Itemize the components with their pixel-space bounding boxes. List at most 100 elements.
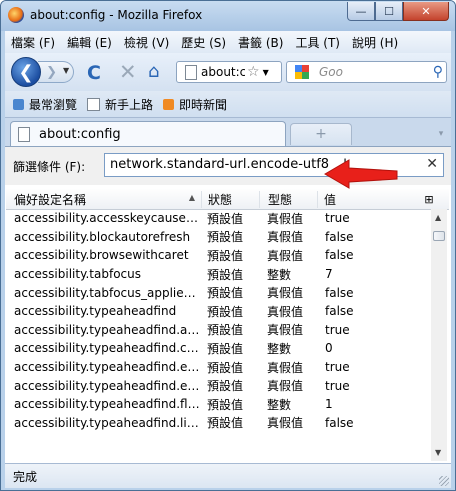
filter-row: 篩選條件 (F): network.standard-url.encode-ut… [5, 147, 451, 189]
menu-history[interactable]: 歷史 (S) [175, 34, 232, 51]
pref-type: 真假值 [267, 230, 304, 245]
url-bar[interactable]: about:config ☆ ▼ [176, 61, 282, 83]
bookmark-label: 新手上路 [105, 97, 154, 112]
firefox-window: about:config - Mozilla Firefox — ☐ ✕ 檔案 … [0, 0, 456, 491]
sort-ascending-icon: ▲ [188, 192, 195, 202]
pref-name: accessibility.blockautorefresh [14, 229, 191, 244]
table-row[interactable]: accessibility.typeaheadfind.enabl... 預設值 真… [6, 376, 431, 395]
scroll-up-icon[interactable]: ▲ [435, 213, 441, 222]
stop-icon[interactable]: ✕ [119, 60, 137, 84]
page-icon [185, 64, 197, 80]
table-row[interactable]: accessibility.tabfocus 預設值 整數 7 [6, 265, 431, 284]
url-dropdown-icon[interactable]: ▼ [263, 68, 269, 77]
red-arrow-annotation-icon [324, 159, 398, 189]
pref-type: 真假值 [267, 211, 304, 226]
menu-bar: 檔案 (F) 編輯 (E) 檢視 (V) 歷史 (S) 書籤 (B) 工具 (T… [5, 31, 451, 53]
title-bar[interactable]: about:config - Mozilla Firefox — ☐ ✕ [1, 1, 455, 31]
pref-name: accessibility.typeaheadfind.enabl... [14, 378, 201, 393]
table-row[interactable]: accessibility.typeaheadfind.cases... 預設值 整… [6, 339, 431, 358]
google-logo-icon [294, 65, 309, 79]
pref-name: accessibility.typeaheadfind.enabl... [14, 360, 201, 375]
most-visited-icon [13, 98, 24, 110]
rss-icon [163, 98, 175, 110]
bookmark-most-visited[interactable]: 最常瀏覽 [13, 96, 77, 113]
scroll-thumb[interactable] [433, 231, 445, 241]
vertical-scrollbar[interactable]: ▲ ▼ [431, 209, 447, 461]
column-header-name[interactable]: 偏好設定名稱 ▲ [6, 190, 202, 208]
search-icon[interactable]: ⚲ [433, 64, 443, 80]
menu-view[interactable]: 檢視 (V) [118, 34, 175, 51]
tab-about-config[interactable]: about:config [10, 121, 286, 146]
pref-status: 預設值 [207, 248, 244, 263]
back-button[interactable]: ❮ [11, 57, 41, 87]
column-header-type[interactable]: 型態 [260, 190, 318, 208]
menu-bookmarks[interactable]: 書籤 (B) [232, 34, 289, 51]
column-name-label: 偏好設定名稱 [14, 192, 87, 207]
new-tab-button[interactable]: + [290, 123, 352, 145]
pref-value: 0 [325, 341, 333, 356]
pref-status: 預設值 [207, 360, 244, 375]
minimize-button[interactable]: — [347, 2, 375, 21]
reload-icon[interactable]: C [87, 62, 101, 84]
pref-value: true [325, 360, 350, 375]
search-placeholder: Goo [319, 65, 343, 79]
history-dropdown-icon[interactable]: ▼ [63, 66, 69, 75]
column-header-status[interactable]: 狀態 [202, 190, 260, 208]
pref-type: 真假值 [267, 286, 304, 301]
table-row[interactable]: accessibility.typeaheadfind 預設值 真假值 false [6, 302, 431, 321]
table-row[interactable]: accessibility.typeaheadfind.flashB... 預設值… [6, 395, 431, 414]
pref-name: accessibility.typeaheadfind.linkso... [14, 415, 201, 430]
column-picker-icon[interactable]: ⊞ [419, 193, 439, 206]
table-row[interactable]: accessibility.browsewithcaret 預設值 真假值 false [6, 246, 431, 265]
table-row[interactable]: accessibility.blockautorefresh 預設值 真假值 fals… [6, 228, 431, 247]
pref-status: 預設值 [207, 286, 244, 301]
pref-name: accessibility.typeaheadfind.autos... [14, 322, 201, 337]
column-header-row: 偏好設定名稱 ▲ 狀態 型態 值 ⊞ [6, 189, 449, 210]
navigation-toolbar: ❯ ❮ ▼ C ✕ ⌂ about:config ☆ ▼ Goo ⚲ [5, 53, 451, 91]
url-text[interactable]: about:config [201, 65, 245, 79]
scroll-down-icon[interactable]: ▼ [435, 448, 441, 457]
table-row[interactable]: accessibility.typeaheadfind.linkso... 預設值… [6, 414, 431, 433]
pref-type: 整數 [267, 397, 292, 412]
clear-filter-icon[interactable]: ✕ [426, 156, 438, 172]
pref-value: true [325, 322, 350, 337]
search-input[interactable]: Goo ⚲ [315, 61, 447, 83]
pref-name: accessibility.browsewithcaret [14, 248, 189, 263]
bookmark-getting-started[interactable]: 新手上路 [87, 96, 153, 113]
pref-name: accessibility.tabfocus [14, 267, 141, 282]
page-icon [87, 97, 101, 111]
pref-type: 真假值 [267, 416, 304, 431]
firefox-logo-icon [8, 7, 24, 23]
column-header-value[interactable]: 值 [318, 191, 419, 208]
table-row[interactable]: accessibility.typeaheadfind.enabl... 預設值 真… [6, 358, 431, 377]
pref-status: 預設值 [207, 323, 244, 338]
pref-status: 預設值 [207, 379, 244, 394]
maximize-button[interactable]: ☐ [375, 2, 403, 21]
pref-value: false [325, 304, 354, 319]
bookmark-label: 即時新聞 [179, 97, 228, 112]
bookmark-latest-news[interactable]: 即時新聞 [163, 96, 227, 113]
pref-value: false [325, 415, 354, 430]
pref-status: 預設值 [207, 230, 244, 245]
pref-value: true [325, 211, 350, 226]
resize-grip-icon[interactable] [439, 476, 449, 486]
about-config-page: 篩選條件 (F): network.standard-url.encode-ut… [5, 146, 451, 463]
menu-file[interactable]: 檔案 (F) [5, 34, 61, 51]
table-row[interactable]: accessibility.accesskeycausesactiv... 預設值… [6, 209, 431, 228]
bookmark-star-icon[interactable]: ☆ [247, 64, 260, 80]
menu-help[interactable]: 說明 (H) [346, 34, 404, 51]
menu-edit[interactable]: 編輯 (E) [61, 34, 118, 51]
pref-status: 預設值 [207, 211, 244, 226]
preferences-list: accessibility.accesskeycausesactiv... 預設值… [6, 209, 431, 432]
table-row[interactable]: accessibility.typeaheadfind.autos... 預設值 真… [6, 321, 431, 340]
search-engine-button[interactable] [286, 61, 316, 83]
tab-label: about:config [39, 126, 121, 142]
pref-status: 預設值 [207, 397, 244, 412]
table-row[interactable]: accessibility.tabfocus_applies_to_... 預設值… [6, 283, 431, 302]
status-bar: 完成 [5, 463, 451, 488]
menu-tools[interactable]: 工具 (T) [289, 34, 346, 51]
tab-list-icon[interactable]: ▾ [433, 124, 449, 144]
close-button[interactable]: ✕ [403, 2, 449, 21]
home-icon[interactable]: ⌂ [148, 61, 159, 82]
tab-strip: about:config + ▾ [5, 118, 451, 146]
